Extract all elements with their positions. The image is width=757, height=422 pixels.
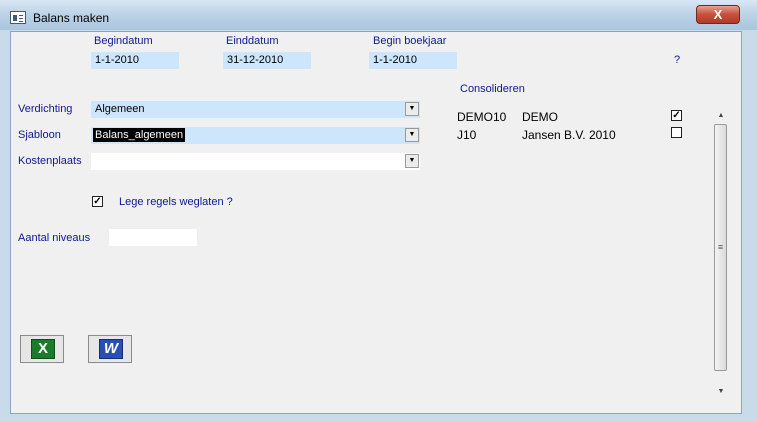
sjabloon-value: Balans_algemeen <box>93 128 186 142</box>
verdichting-label: Verdichting <box>18 103 73 115</box>
consolideren-label: Consolideren <box>460 83 525 95</box>
aantal-niveaus-label: Aantal niveaus <box>18 232 91 244</box>
aantal-niveaus-field[interactable] <box>109 229 197 246</box>
excel-icon: X <box>31 339 55 359</box>
consolideren-row-name: Jansen B.V. 2010 <box>522 128 616 142</box>
begin-boekjaar-field[interactable]: 1-1-2010 <box>369 52 457 69</box>
form-icon <box>10 11 26 24</box>
form-client-area: Begindatum 1-1-2010 Einddatum 31-12-2010… <box>10 31 742 414</box>
scroll-up-icon[interactable]: ▲ <box>713 109 729 123</box>
consolideren-row-checkbox[interactable] <box>671 127 682 138</box>
sjabloon-label: Sjabloon <box>18 129 61 141</box>
export-word-button[interactable]: W <box>88 335 132 363</box>
consolideren-row-code: DEMO10 <box>457 110 507 124</box>
window-title: Balans maken <box>33 11 110 25</box>
chevron-down-icon[interactable]: ▼ <box>405 128 419 142</box>
einddatum-label: Einddatum <box>226 35 279 47</box>
title-bar[interactable]: Balans maken X <box>0 0 757 30</box>
export-excel-button[interactable]: X <box>20 335 64 363</box>
sjabloon-select[interactable]: Balans_algemeen ▼ <box>91 127 420 144</box>
einddatum-field[interactable]: 31-12-2010 <box>223 52 311 69</box>
lege-regels-label: Lege regels weglaten ? <box>119 196 233 208</box>
verdichting-value: Algemeen <box>95 103 145 115</box>
word-icon: W <box>99 339 123 359</box>
kostenplaats-select[interactable]: ▼ <box>91 153 420 170</box>
scroll-down-icon[interactable]: ▼ <box>713 385 729 399</box>
consolideren-row-name: DEMO <box>522 110 558 124</box>
consolideren-row-checkbox[interactable]: ✓ <box>671 110 682 121</box>
consolideren-scrollbar[interactable]: ▲ ≡ ▼ <box>713 109 729 401</box>
begin-boekjaar-label: Begin boekjaar <box>373 35 447 47</box>
help-link[interactable]: ? <box>674 54 680 66</box>
consolideren-row-code: J10 <box>457 128 477 142</box>
begindatum-field[interactable]: 1-1-2010 <box>91 52 179 69</box>
verdichting-select[interactable]: Algemeen ▼ <box>91 101 420 118</box>
chevron-down-icon[interactable]: ▼ <box>405 102 419 116</box>
begindatum-label: Begindatum <box>94 35 153 47</box>
close-button[interactable]: X <box>696 5 740 24</box>
scroll-thumb[interactable]: ≡ <box>714 124 727 371</box>
chevron-down-icon[interactable]: ▼ <box>405 154 419 168</box>
kostenplaats-label: Kostenplaats <box>18 155 82 167</box>
lege-regels-checkbox[interactable]: ✓ <box>92 196 103 207</box>
